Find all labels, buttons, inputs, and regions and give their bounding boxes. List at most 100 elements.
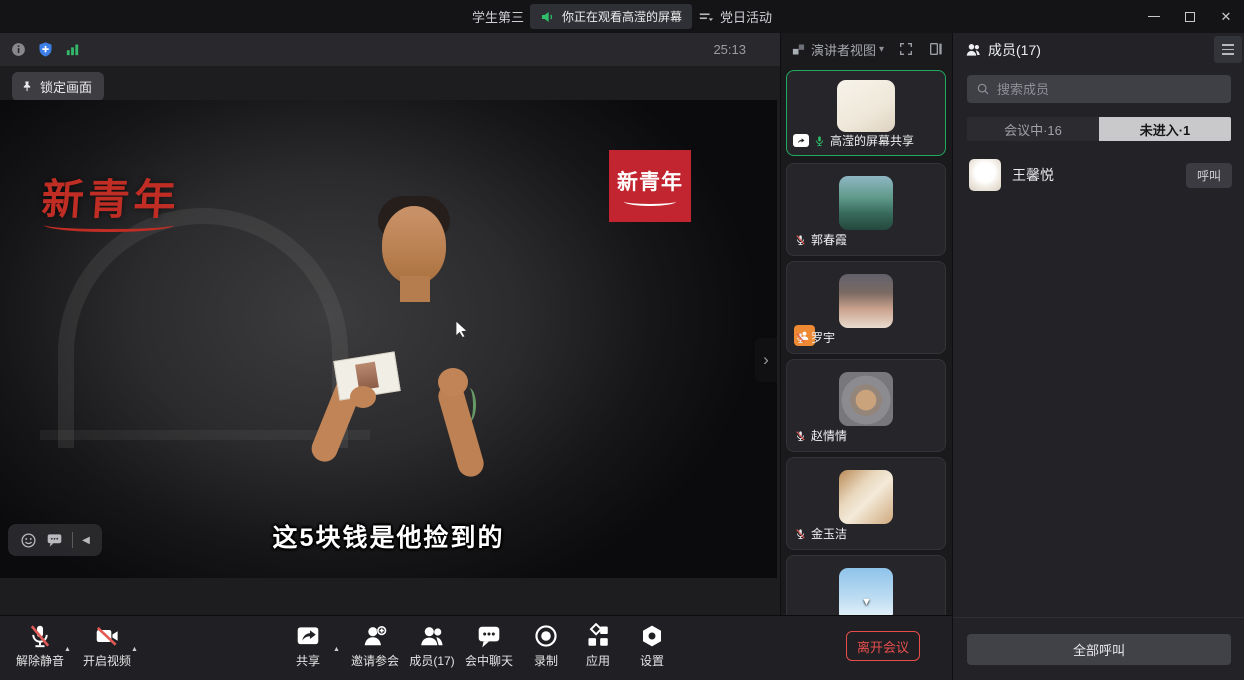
reaction-divider	[72, 532, 73, 548]
video-subtitle: 这5块钱是他捡到的	[273, 518, 505, 554]
member-row[interactable]: 王馨悦 呼叫	[953, 155, 1244, 195]
meeting-timer: 25:13	[713, 42, 746, 57]
settings-button[interactable]: 设置	[612, 623, 692, 669]
close-button[interactable]: ✕	[1208, 0, 1244, 33]
presenter-hand-left	[350, 386, 376, 408]
speaker-icon	[540, 9, 556, 25]
minimize-icon	[1148, 16, 1160, 18]
unmute-label: 解除静音	[16, 652, 64, 669]
presenter-head	[382, 206, 446, 284]
fullscreen-icon[interactable]	[898, 41, 914, 57]
avatar	[839, 176, 893, 230]
search-icon	[976, 82, 990, 96]
view-mode-header: 演讲者视图 ▾	[781, 33, 952, 66]
video-tile[interactable]: 金玉洁	[786, 457, 946, 550]
tile-name: 罗宇	[811, 329, 835, 346]
video-tile[interactable]: 郭春霞	[786, 163, 946, 256]
presenter-hand-right	[438, 368, 468, 396]
mic-muted-icon	[795, 234, 806, 246]
shared-screen-video: 新青年 新青年 这5块钱是他捡到的	[0, 100, 777, 578]
statusbar: 25:13	[0, 33, 780, 66]
video-options-caret[interactable]: ▲	[131, 646, 138, 653]
avatar	[837, 80, 895, 132]
video-tile-screen-share[interactable]: 高滢的屏幕共享	[786, 70, 946, 156]
settings-label: 设置	[640, 652, 664, 669]
chat-icon	[476, 623, 502, 649]
share-screen-label: 共享	[296, 652, 320, 669]
call-button[interactable]: 呼叫	[1186, 163, 1232, 188]
video-tile[interactable]: 罗宇	[786, 261, 946, 354]
avatar	[969, 159, 1001, 191]
tile-name: 金玉洁	[811, 525, 847, 542]
share-screen-icon	[295, 623, 321, 649]
mic-muted-icon	[795, 430, 806, 442]
video-logo-right-underline	[624, 197, 676, 206]
member-tabs: 会议中·16 未进入·1	[967, 117, 1231, 141]
chevron-down-icon[interactable]: ▾	[879, 44, 884, 55]
video-tile[interactable]: 赵情情	[786, 359, 946, 452]
quick-chat-icon[interactable]	[46, 533, 63, 548]
members-footer: 全部呼叫	[953, 617, 1244, 680]
avatar	[839, 274, 893, 328]
lock-view-button[interactable]: 锁定画面	[12, 72, 104, 101]
mouse-cursor	[455, 320, 469, 338]
emoji-reaction-icon[interactable]	[20, 532, 37, 549]
collapse-left-icon[interactable]: ◀	[82, 535, 90, 546]
search-input[interactable]	[997, 82, 1222, 97]
side-panel-icon[interactable]	[928, 41, 944, 57]
camera-muted-icon	[94, 623, 120, 649]
scroll-down-icon[interactable]: ▼	[861, 596, 872, 608]
meeting-info-icon[interactable]	[10, 41, 27, 58]
members-icon	[965, 42, 982, 57]
screen-share-icon	[793, 134, 809, 147]
apps-icon	[585, 623, 611, 649]
meeting-window: 学生第三 你正在观看高滢的屏幕 党日活动 ✕ 25:13	[0, 0, 1244, 680]
members-title: 成员(17)	[988, 40, 1041, 60]
video-logo-left-underline	[44, 218, 174, 232]
leave-meeting-button[interactable]: 离开会议	[846, 631, 920, 661]
mic-muted-icon	[795, 528, 806, 540]
watching-screen-toast: 你正在观看高滢的屏幕	[530, 4, 692, 29]
mic-muted-icon	[27, 623, 53, 649]
chevron-right-icon: ›	[763, 350, 769, 370]
view-mode-selector[interactable]: 演讲者视图	[811, 40, 876, 59]
tab-not-joined[interactable]: 未进入·1	[1099, 117, 1231, 141]
maximize-button[interactable]	[1172, 0, 1208, 33]
settings-icon	[639, 623, 665, 649]
meeting-title-right: 党日活动	[720, 7, 772, 26]
members-label: 成员(17)	[409, 652, 454, 669]
lock-view-label: 锁定画面	[40, 77, 92, 96]
avatar	[839, 372, 893, 426]
members-icon	[419, 623, 445, 649]
layout-icon	[791, 42, 806, 57]
security-shield-icon[interactable]	[37, 41, 54, 58]
member-search-box[interactable]	[967, 75, 1231, 103]
main-stage: 锁定画面 新青年 新青年 这5块钱是他捡到的	[0, 66, 780, 615]
tile-name: 郭春霞	[811, 231, 847, 248]
watching-toast-text: 你正在观看高滢的屏幕	[562, 8, 682, 25]
minimize-button[interactable]	[1136, 0, 1172, 33]
close-icon: ✕	[1221, 9, 1232, 25]
network-signal-icon[interactable]	[64, 41, 81, 58]
mic-on-icon	[814, 135, 825, 147]
thumbnail-strip-collapse-handle[interactable]: ›	[755, 338, 777, 382]
pin-icon	[20, 80, 34, 94]
call-all-button[interactable]: 全部呼叫	[967, 634, 1231, 665]
members-panel: 成员(17) 会议中·16 未进入·1 王馨悦 呼叫 全部呼叫	[952, 33, 1244, 680]
avatar	[839, 470, 893, 524]
mic-muted-icon	[795, 332, 806, 344]
member-name: 王馨悦	[1012, 165, 1186, 185]
start-video-label: 开启视频	[83, 652, 131, 669]
reaction-toolbar: ◀	[8, 524, 102, 556]
video-logo-right-text: 新青年	[617, 166, 683, 196]
list-toggle-icon[interactable]	[698, 10, 714, 24]
apps-label: 应用	[586, 652, 610, 669]
invite-person-icon	[362, 623, 388, 649]
record-icon	[533, 623, 559, 649]
members-menu-icon[interactable]	[1214, 36, 1242, 63]
maximize-icon	[1185, 12, 1195, 22]
meeting-title-left: 学生第三	[472, 7, 524, 26]
tab-in-meeting[interactable]: 会议中·16	[967, 117, 1099, 141]
titlebar: 学生第三 你正在观看高滢的屏幕 党日活动 ✕	[0, 0, 1244, 33]
video-logo-right: 新青年	[609, 150, 691, 222]
